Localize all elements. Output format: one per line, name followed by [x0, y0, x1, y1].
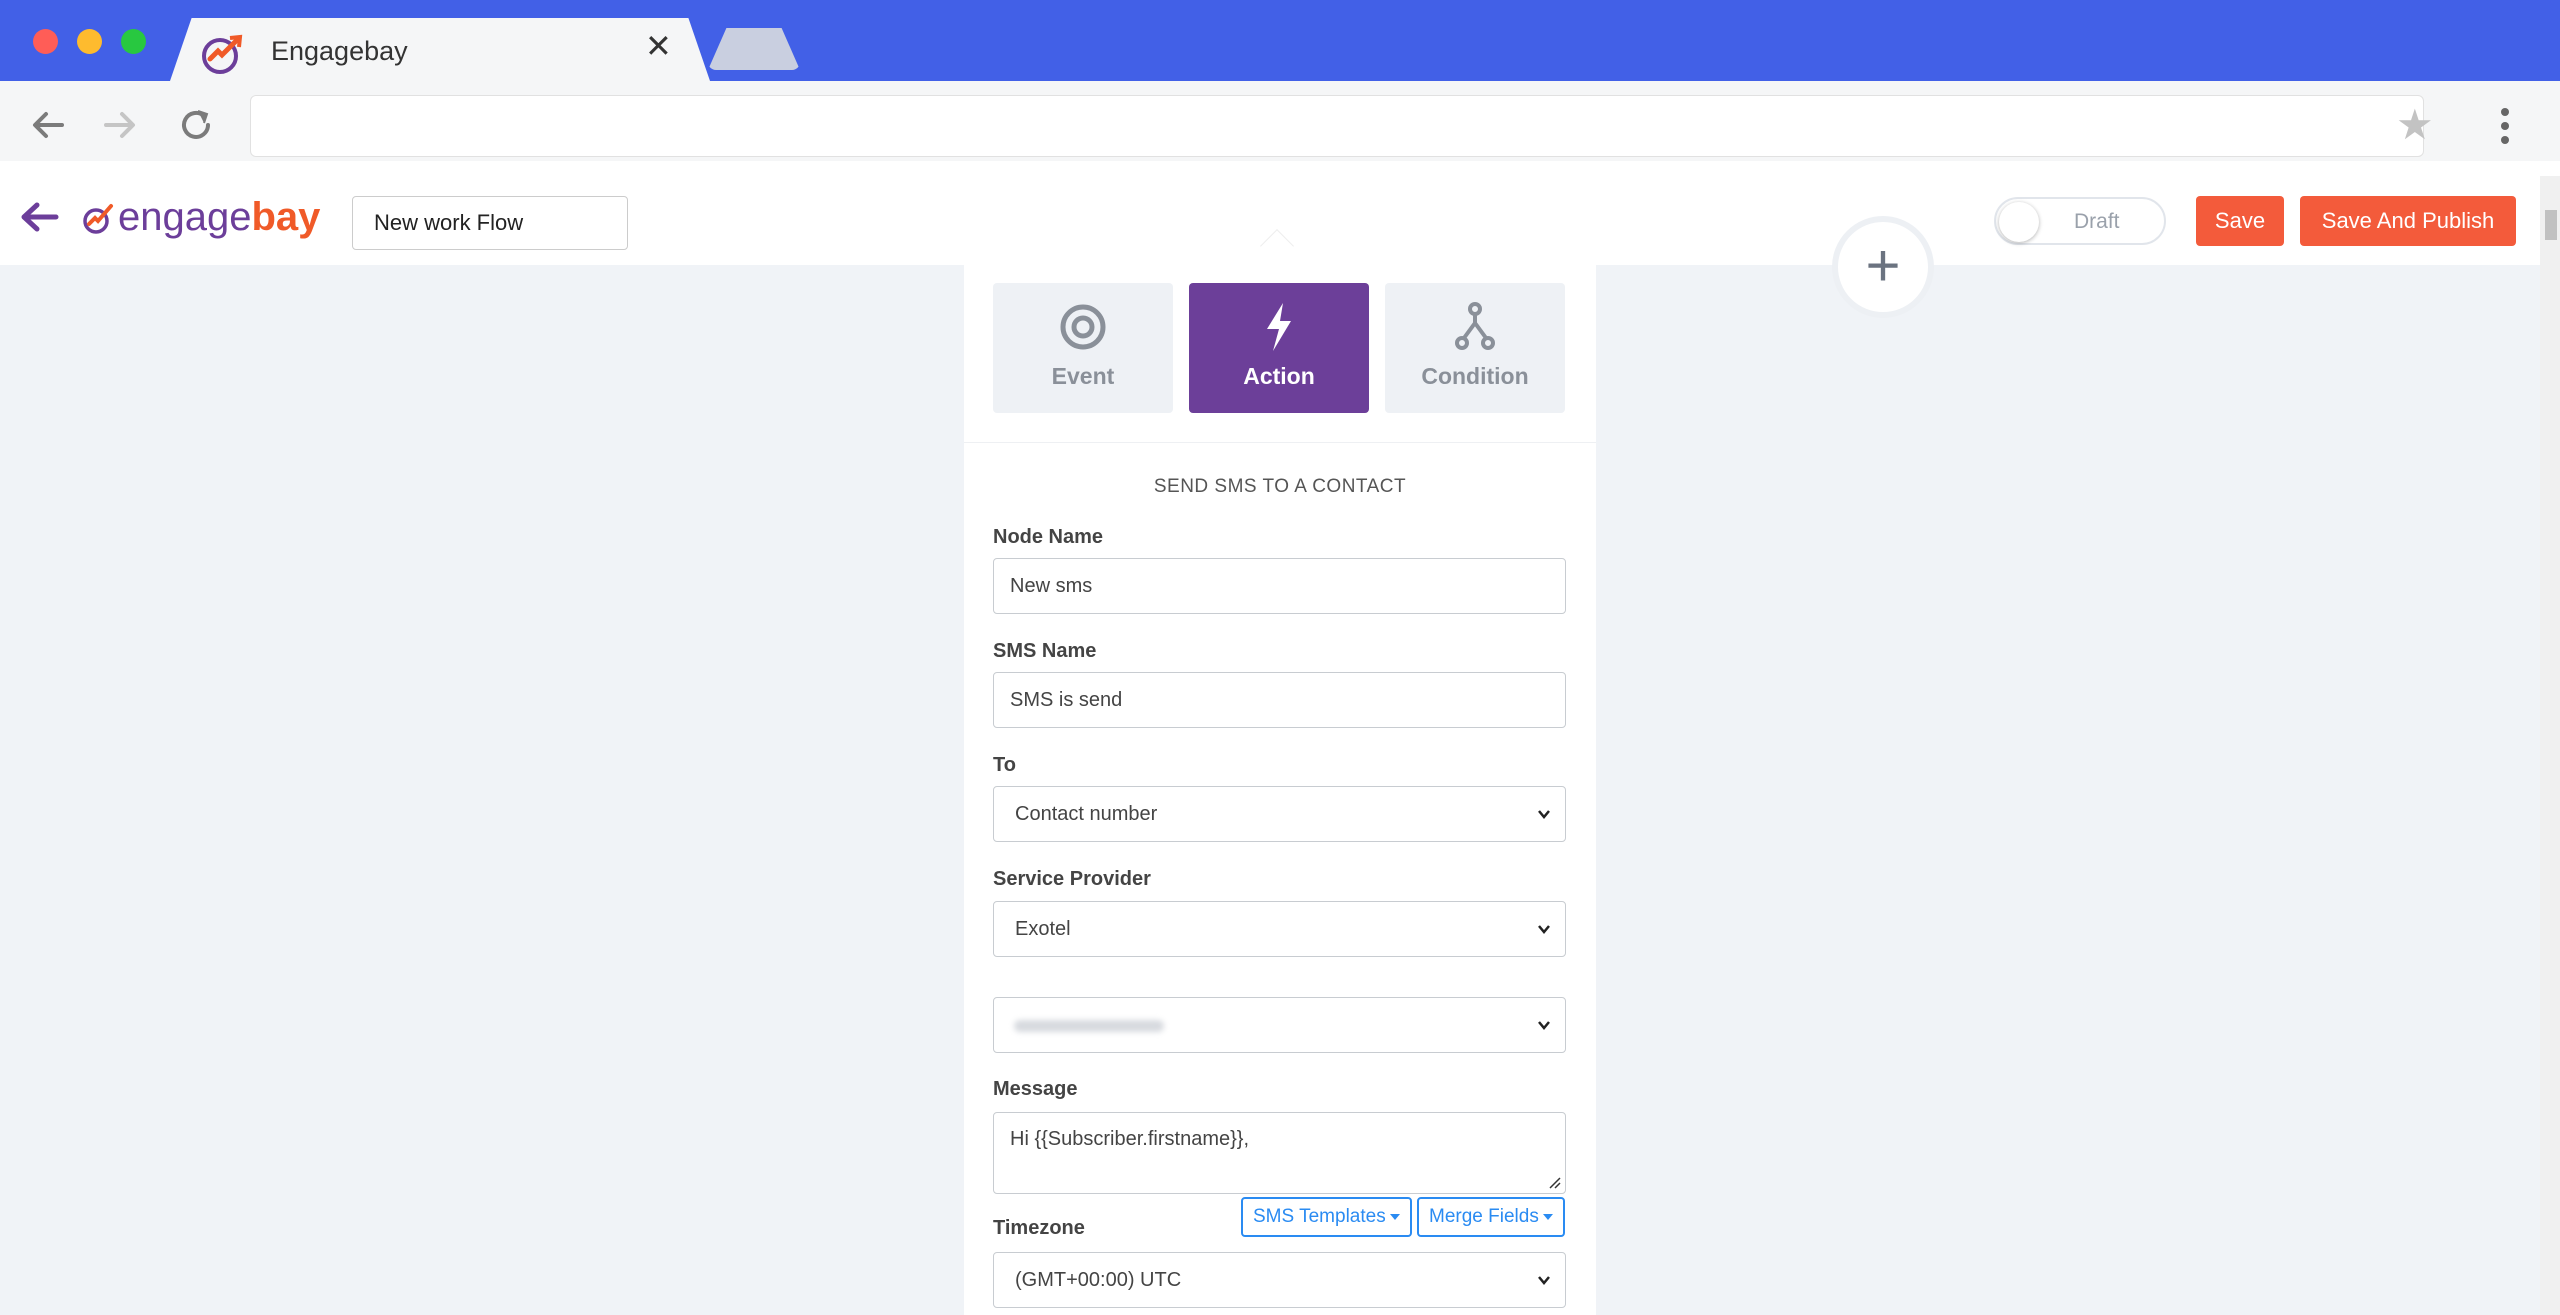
timezone-value: (GMT+00:00) UTC: [1015, 1269, 1182, 1291]
tab-action[interactable]: Action: [1189, 283, 1369, 413]
redacted-sender-number: [1014, 1020, 1164, 1032]
chevron-down-icon: [1538, 810, 1550, 819]
browser-tab-active[interactable]: [170, 18, 710, 81]
forward-arrow-icon[interactable]: [100, 105, 140, 145]
sms-name-label: SMS Name: [993, 640, 1097, 662]
tab-action-label: Action: [1243, 363, 1315, 389]
message-textarea[interactable]: Hi {{Subscriber.firstname}},: [993, 1112, 1566, 1194]
to-label: To: [993, 754, 1016, 776]
section-title: SEND SMS TO A CONTACT: [1153, 476, 1407, 497]
save-button[interactable]: Save: [2196, 196, 2284, 246]
sms-templates-label: SMS Templates: [1253, 1206, 1386, 1227]
engagebay-logo: engage bay: [82, 195, 320, 239]
back-arrow-icon[interactable]: [28, 105, 68, 145]
tab-condition[interactable]: Condition: [1385, 283, 1565, 413]
browser-menu-icon[interactable]: [2500, 108, 2510, 148]
caret-down-icon: [1542, 1213, 1553, 1220]
engagebay-favicon-icon: [202, 34, 243, 74]
message-text: Hi {{Subscriber.firstname}},: [1010, 1128, 1250, 1150]
caret-down-icon: [1389, 1213, 1400, 1220]
scrollbar[interactable]: [2540, 176, 2560, 1315]
tab-event-label: Event: [1051, 363, 1115, 389]
plus-icon: +: [1865, 232, 1901, 299]
tab-event[interactable]: Event: [993, 283, 1173, 413]
sms-templates-dropdown[interactable]: SMS Templates: [1241, 1197, 1412, 1237]
address-bar[interactable]: [250, 95, 2424, 157]
workflow-name-input[interactable]: New work Flow: [352, 196, 628, 250]
branch-icon: [1455, 302, 1495, 350]
message-label: Message: [993, 1078, 1078, 1100]
service-provider-select[interactable]: Exotel: [993, 901, 1566, 957]
save-and-publish-button[interactable]: Save And Publish: [2300, 196, 2516, 246]
draft-toggle[interactable]: Draft: [1994, 197, 2166, 245]
add-node-button[interactable]: +: [1832, 216, 1934, 318]
node-type-tabs: Event Action Condition: [993, 283, 1567, 413]
sms-name-input[interactable]: SMS is send: [993, 672, 1566, 728]
service-provider-value: Exotel: [1015, 918, 1071, 940]
toggle-knob: [1999, 202, 2039, 242]
timezone-label: Timezone: [993, 1217, 1085, 1239]
to-select-value: Contact number: [1015, 803, 1158, 825]
panel-divider: [964, 442, 1596, 443]
window-minimize-button[interactable]: [77, 29, 102, 54]
target-icon: [1060, 304, 1106, 350]
service-provider-label: Service Provider: [993, 868, 1151, 890]
merge-fields-dropdown[interactable]: Merge Fields: [1417, 1197, 1565, 1237]
node-name-input[interactable]: New sms: [993, 558, 1566, 614]
bookmark-star-icon[interactable]: ★: [2396, 104, 2434, 146]
node-name-label: Node Name: [993, 526, 1104, 548]
reload-icon[interactable]: [176, 105, 216, 145]
tab-close-icon[interactable]: ✕: [645, 30, 672, 62]
back-arrow-icon[interactable]: [18, 198, 60, 236]
window-maximize-button[interactable]: [121, 29, 146, 54]
to-select[interactable]: Contact number: [993, 786, 1566, 842]
engagebay-logo-icon: [83, 204, 113, 234]
tab-condition-label: Condition: [1421, 363, 1529, 389]
brand-bay-text: bay: [251, 194, 321, 239]
merge-fields-label: Merge Fields: [1429, 1206, 1539, 1227]
timezone-select[interactable]: (GMT+00:00) UTC: [993, 1252, 1566, 1308]
lightning-icon: [1267, 303, 1291, 351]
window-close-button[interactable]: [33, 29, 58, 54]
brand-engage-text: engage: [118, 194, 252, 239]
scrollbar-thumb[interactable]: [2545, 210, 2557, 240]
sender-number-select[interactable]: [993, 997, 1566, 1053]
draft-label: Draft: [2074, 210, 2120, 233]
chevron-down-icon: [1538, 1276, 1550, 1285]
browser-tab-title: Engagebay: [271, 36, 408, 66]
resize-grip-icon[interactable]: [1549, 1177, 1561, 1189]
chevron-down-icon: [1538, 1021, 1550, 1030]
chevron-down-icon: [1538, 925, 1550, 934]
